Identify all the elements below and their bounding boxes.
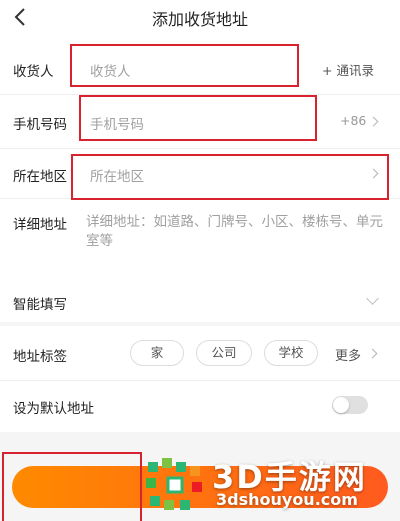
chevron-down-icon <box>366 292 379 305</box>
toggle-knob <box>333 397 349 413</box>
divider <box>0 380 400 381</box>
highlight-region <box>71 154 389 200</box>
contacts-link[interactable]: + 通讯录 <box>322 60 374 79</box>
tags-label: 地址标签 <box>13 349 67 365</box>
highlight-receiver <box>70 44 299 87</box>
watermark-url: 3dshouyou.com <box>216 490 358 509</box>
phone-label: 手机号码 <box>13 117 67 133</box>
top-bar: 添加收货地址 <box>0 0 400 38</box>
country-code[interactable]: +86 <box>340 113 366 128</box>
more-tags-link[interactable]: 更多 <box>335 345 361 364</box>
tag-school[interactable]: 学校 <box>264 340 318 366</box>
watermark-logo-icon <box>144 456 206 516</box>
divider <box>0 148 400 149</box>
address-label: 详细地址 <box>13 217 67 233</box>
tag-company[interactable]: 公司 <box>196 340 252 366</box>
region-label: 所在地区 <box>13 169 67 185</box>
default-toggle[interactable] <box>332 396 368 414</box>
chevron-right-icon <box>368 116 379 127</box>
receiver-label: 收货人 <box>13 64 54 80</box>
highlight-phone <box>79 95 317 141</box>
address-input[interactable]: 详细地址：如道路、门牌号、小区、楼栋号、单元室等 <box>86 213 386 251</box>
default-label: 设为默认地址 <box>13 401 94 417</box>
smart-fill-label: 智能填写 <box>13 297 67 313</box>
highlight-save <box>2 452 142 521</box>
smart-fill-row[interactable]: 智能填写 <box>0 282 400 322</box>
page-title: 添加收货地址 <box>151 10 248 29</box>
tag-home[interactable]: 家 <box>130 340 184 366</box>
